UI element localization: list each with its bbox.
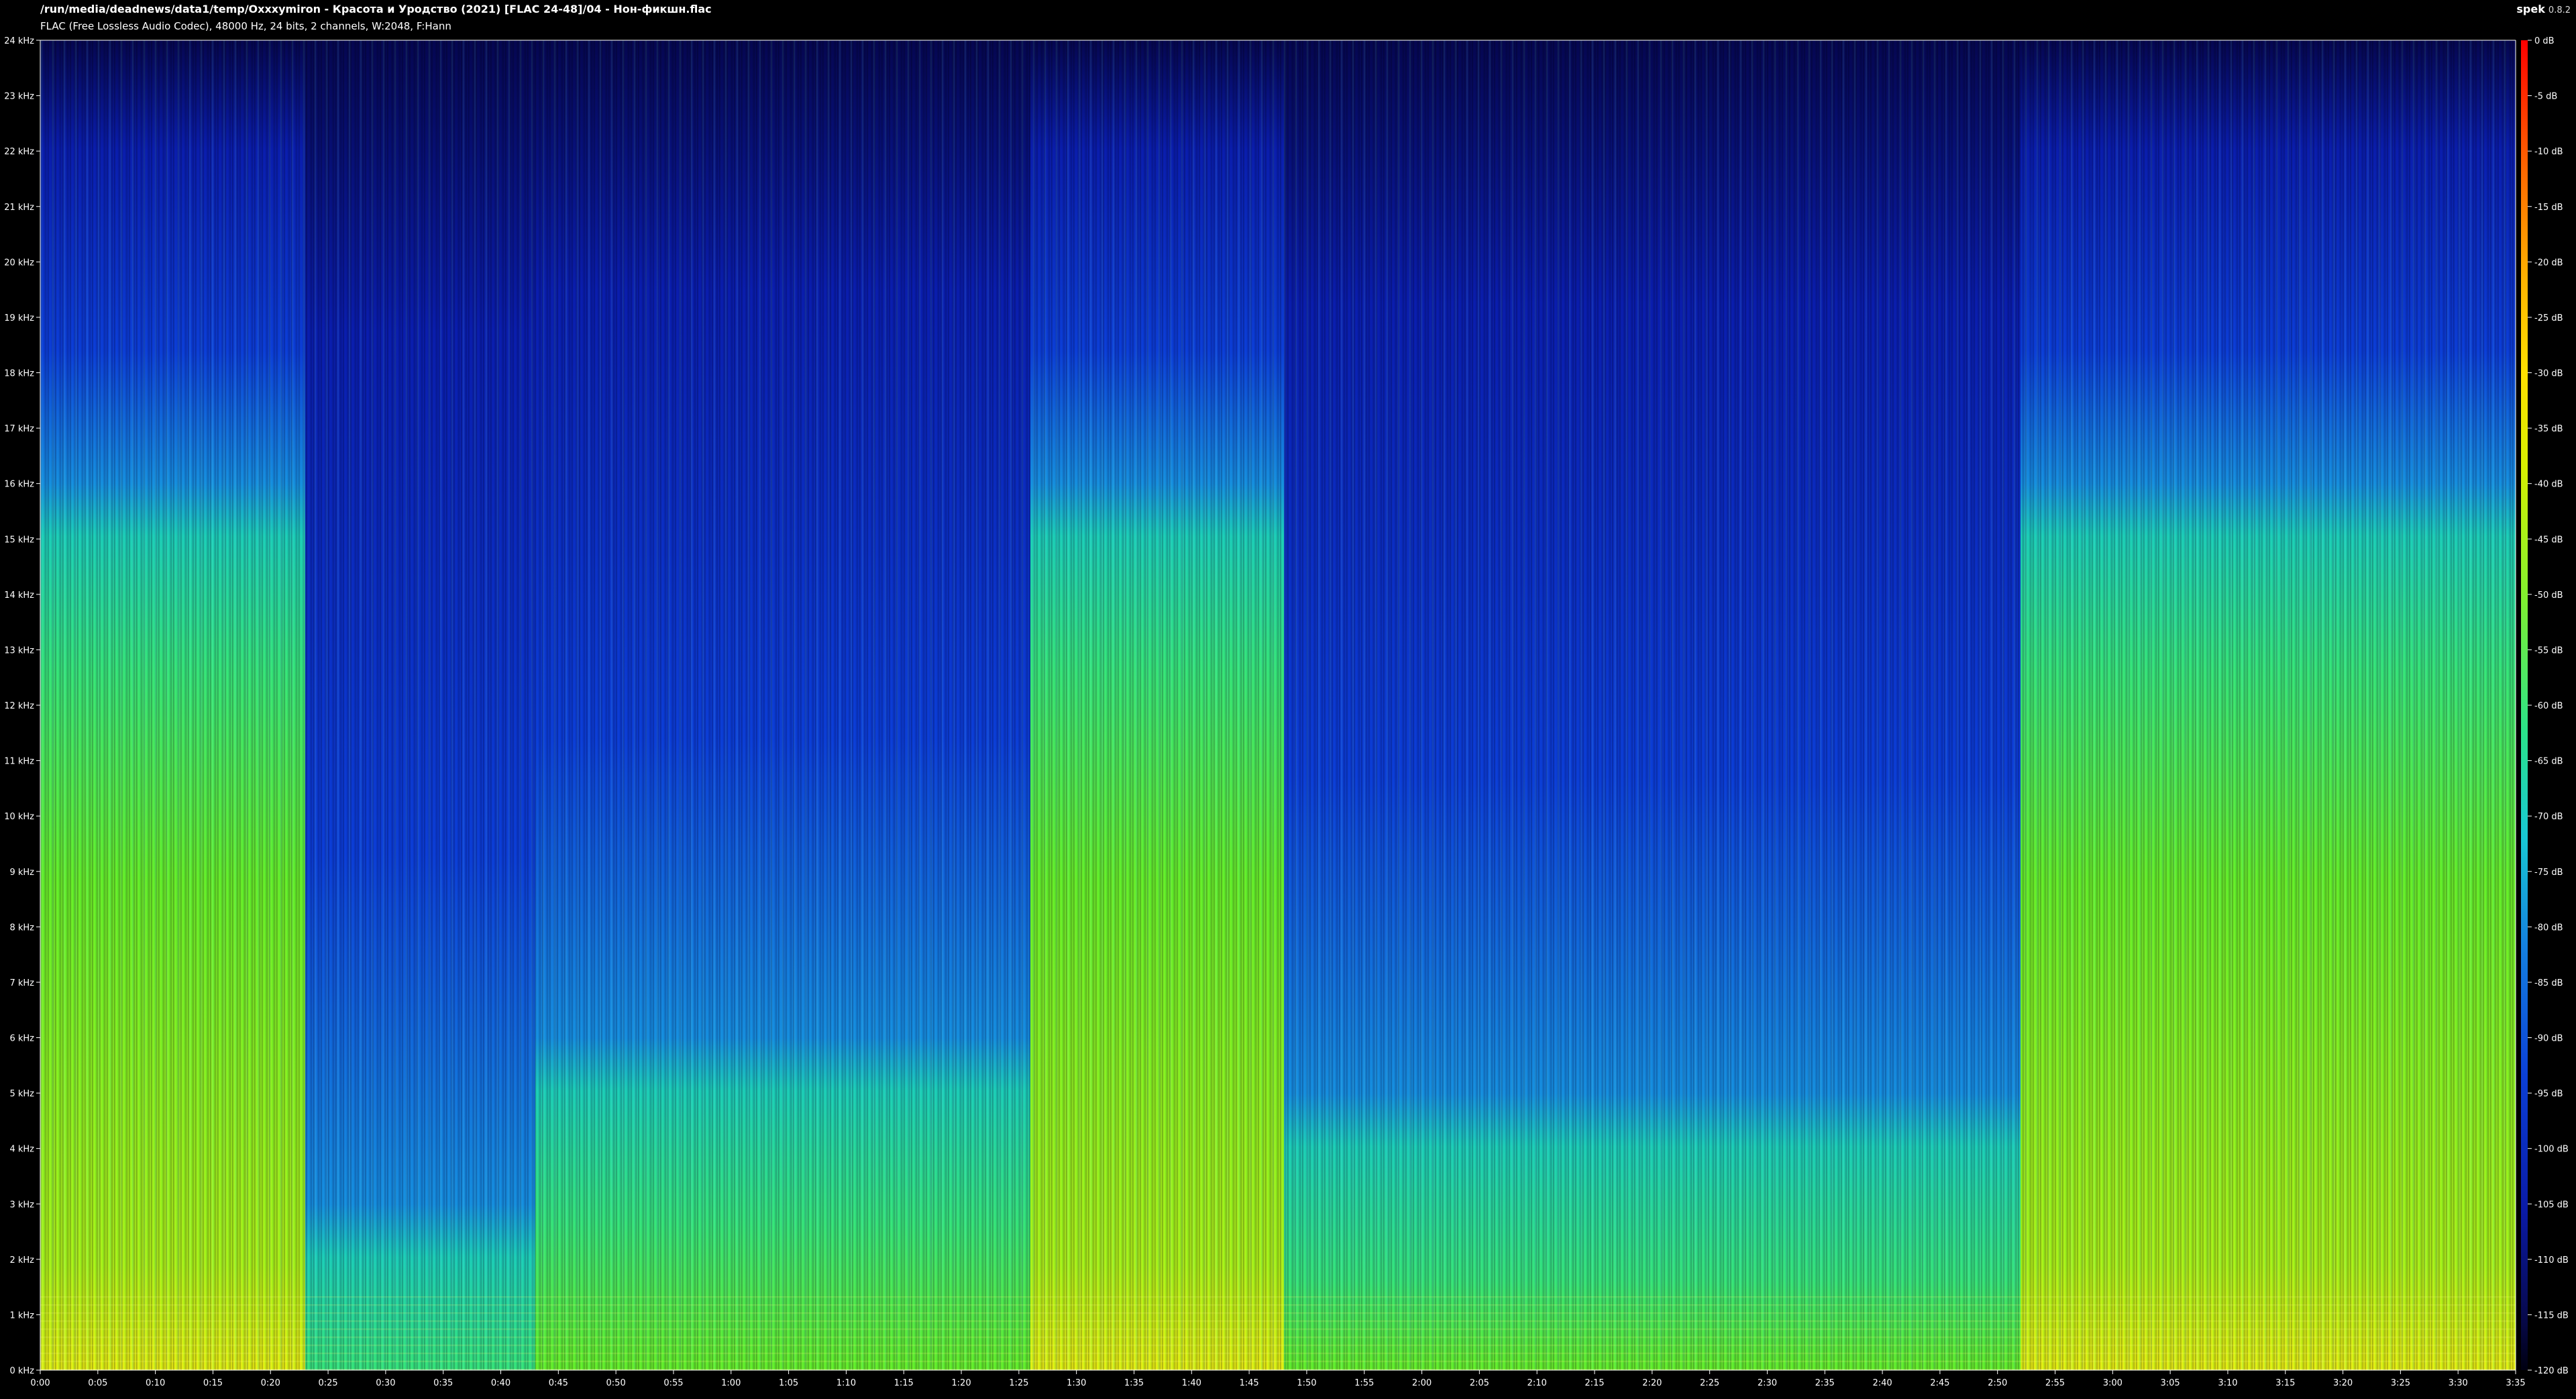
y-tick-label: 7 kHz [9, 978, 34, 988]
colorbar-tick-label: -120 dB [2534, 1366, 2569, 1376]
x-tick-label: 1:50 [1297, 1378, 1316, 1388]
y-tick-label: 3 kHz [9, 1200, 34, 1210]
x-tick-label: 1:15 [894, 1378, 914, 1388]
y-tick-label: 11 kHz [4, 757, 34, 767]
colorbar-tick-label: -40 dB [2534, 480, 2563, 490]
x-tick-label: 2:25 [1700, 1378, 1719, 1388]
x-tick-label: 3:05 [2161, 1378, 2180, 1388]
colorbar-tick-label: -90 dB [2534, 1034, 2563, 1044]
x-tick-label: 3:15 [2275, 1378, 2295, 1388]
colorbar-tick-label: -100 dB [2534, 1145, 2569, 1155]
x-tick-label: 2:30 [1758, 1378, 1777, 1388]
y-tick-label: 10 kHz [4, 812, 34, 822]
y-tick-label: 8 kHz [9, 923, 34, 933]
y-tick-label: 2 kHz [9, 1255, 34, 1265]
x-tick-label: 3:10 [2218, 1378, 2237, 1388]
x-tick-label: 0:05 [88, 1378, 107, 1388]
y-tick-label: 9 kHz [9, 868, 34, 878]
colorbar-tick-label: -5 dB [2534, 92, 2557, 102]
colorbar-tick-label: -15 dB [2534, 203, 2563, 213]
x-tick-label: 0:55 [663, 1378, 683, 1388]
x-tick-label: 0:25 [318, 1378, 337, 1388]
y-tick-label: 13 kHz [4, 645, 34, 656]
x-tick-label: 3:30 [2449, 1378, 2468, 1388]
y-tick-label: 4 kHz [9, 1145, 34, 1155]
x-tick-label: 1:00 [721, 1378, 741, 1388]
x-tick-label: 1:20 [951, 1378, 971, 1388]
colorbar-tick-label: -115 dB [2534, 1310, 2569, 1320]
x-tick-label: 0:00 [30, 1378, 50, 1388]
x-tick-label: 0:50 [606, 1378, 626, 1388]
y-tick-label: 1 kHz [9, 1310, 34, 1320]
x-tick-label: 1:45 [1239, 1378, 1258, 1388]
x-tick-label: 3:35 [2506, 1378, 2525, 1388]
x-tick-label: 2:10 [1527, 1378, 1547, 1388]
x-tick-label: 1:10 [837, 1378, 856, 1388]
y-tick-label: 20 kHz [4, 258, 34, 268]
x-tick-label: 0:40 [491, 1378, 511, 1388]
colorbar-tick-label: -75 dB [2534, 868, 2563, 878]
y-tick-label: 14 kHz [4, 590, 34, 601]
colorbar-tick-label: -25 dB [2534, 313, 2563, 323]
x-tick-label: 0:30 [376, 1378, 395, 1388]
x-tick-label: 3:25 [2391, 1378, 2410, 1388]
y-tick-label: 5 kHz [9, 1089, 34, 1099]
spectrogram-axes: 0 kHz 1 kHz 2 kHz 3 kHz 4 kHz 5 kHz 6 kHz 7 kHz… [4, 36, 2569, 1388]
x-tick-label: 0:35 [433, 1378, 453, 1388]
y-tick-label: 16 kHz [4, 480, 34, 490]
x-tick-label: 2:45 [1930, 1378, 1949, 1388]
x-tick-label: 3:20 [2333, 1378, 2353, 1388]
x-tick-label: 2:55 [2045, 1378, 2065, 1388]
x-tick-label: 2:50 [1988, 1378, 2007, 1388]
y-tick-label: 23 kHz [4, 92, 34, 102]
x-tick-label: 1:30 [1067, 1378, 1086, 1388]
colorbar-tick-label: -110 dB [2534, 1255, 2569, 1265]
colorbar-tick-label: -80 dB [2534, 923, 2563, 933]
colorbar-tick-label: -50 dB [2534, 590, 2563, 601]
x-tick-label: 1:25 [1009, 1378, 1028, 1388]
colorbar-tick-label: -30 dB [2534, 369, 2563, 379]
x-tick-label: 1:40 [1182, 1378, 1201, 1388]
colorbar-tick-label: -65 dB [2534, 757, 2563, 767]
y-tick-label: 15 kHz [4, 535, 34, 545]
colorbar-tick-label: -95 dB [2534, 1089, 2563, 1099]
x-tick-label: 2:20 [1642, 1378, 1662, 1388]
x-tick-label: 2:15 [1585, 1378, 1604, 1388]
colorbar-tick-label: -20 dB [2534, 258, 2563, 268]
y-tick-label: 18 kHz [4, 369, 34, 379]
x-tick-label: 2:05 [1470, 1378, 1489, 1388]
y-tick-label: 12 kHz [4, 701, 34, 711]
colorbar-tick-label: -70 dB [2534, 812, 2563, 822]
x-tick-label: 0:45 [549, 1378, 568, 1388]
colorbar-tick-label: -35 dB [2534, 424, 2563, 434]
colorbar-tick-label: -55 dB [2534, 645, 2563, 656]
x-tick-label: 2:00 [1412, 1378, 1432, 1388]
y-tick-label: 17 kHz [4, 424, 34, 434]
x-tick-label: 3:00 [2103, 1378, 2123, 1388]
colorbar-tick-label: -10 dB [2534, 147, 2563, 157]
x-tick-label: 1:05 [779, 1378, 798, 1388]
x-tick-label: 1:55 [1354, 1378, 1374, 1388]
colorbar-tick-label: -45 dB [2534, 535, 2563, 545]
x-tick-label: 0:15 [203, 1378, 223, 1388]
x-tick-label: 0:20 [261, 1378, 280, 1388]
y-tick-label: 21 kHz [4, 203, 34, 213]
y-tick-label: 22 kHz [4, 147, 34, 157]
colorbar-tick-label: -105 dB [2534, 1200, 2569, 1210]
y-tick-label: 24 kHz [4, 36, 34, 46]
colorbar-tick-label: -60 dB [2534, 701, 2563, 711]
x-tick-label: 2:40 [1872, 1378, 1892, 1388]
colorbar-tick-label: -85 dB [2534, 978, 2563, 988]
x-tick-label: 0:10 [146, 1378, 165, 1388]
y-tick-label: 19 kHz [4, 313, 34, 323]
colorbar-tick-label: 0 dB [2534, 36, 2555, 46]
x-tick-label: 1:35 [1124, 1378, 1144, 1388]
y-tick-label: 0 kHz [9, 1366, 34, 1376]
y-tick-label: 6 kHz [9, 1034, 34, 1044]
x-tick-label: 2:35 [1815, 1378, 1835, 1388]
